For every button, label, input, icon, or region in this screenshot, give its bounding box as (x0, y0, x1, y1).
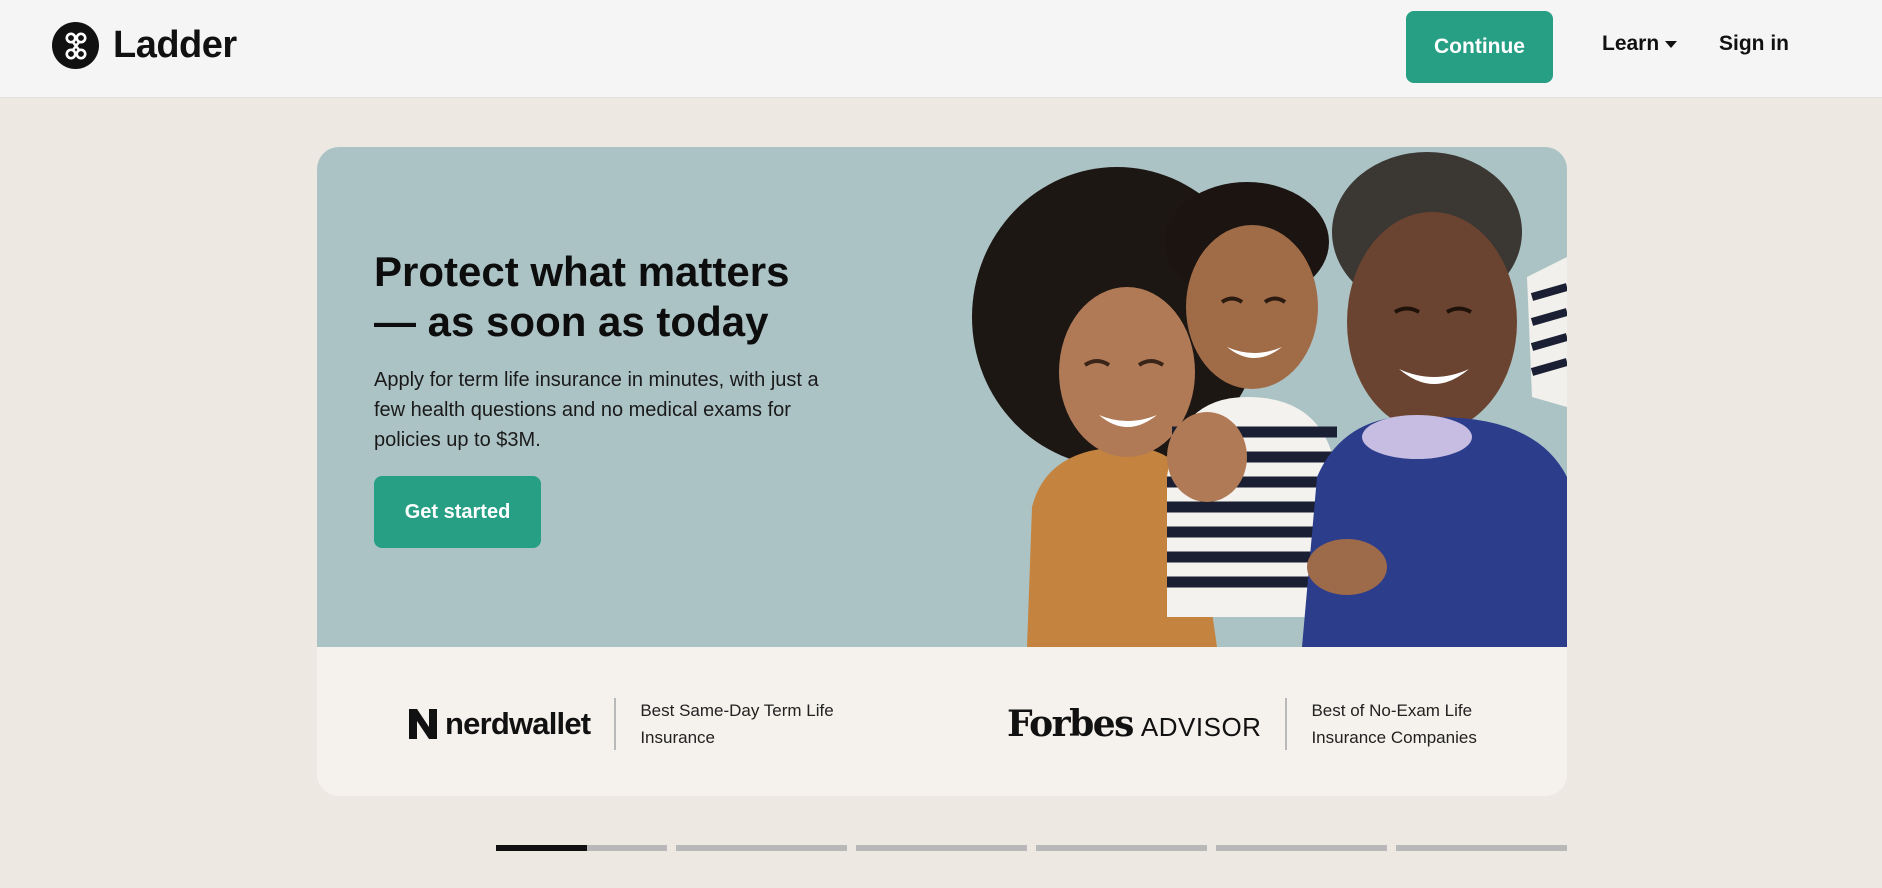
carousel-progress (496, 845, 1567, 851)
carousel-indicator[interactable] (1216, 845, 1387, 851)
carousel-indicator[interactable] (676, 845, 847, 851)
carousel-indicator[interactable] (1036, 845, 1207, 851)
brand-logo[interactable]: Ladder (52, 22, 237, 69)
press-divider (1285, 698, 1288, 750)
nerdwallet-logo-text: nerdwallet (445, 706, 591, 741)
press-caption: Best of No-Exam Life Insurance Companies (1311, 701, 1477, 747)
learn-menu-label: Learn (1602, 32, 1660, 55)
carousel-indicator-progress (496, 845, 587, 851)
ladder-logo-icon (52, 22, 99, 69)
carousel-indicator[interactable] (856, 845, 1027, 851)
forbes-logo-word: Forbes (1007, 703, 1134, 745)
forbes-advisor-logo: Forbes ADVISOR (1007, 703, 1261, 745)
top-navigation-bar: Ladder Continue Learn Sign in (0, 0, 1882, 98)
nerdwallet-n-icon (409, 709, 437, 739)
carousel-indicator[interactable] (496, 845, 667, 851)
press-divider (614, 698, 617, 750)
nerdwallet-logo: nerdwallet (407, 706, 591, 742)
press-item-nerdwallet: nerdwallet Best Same-Day Term Life Insur… (407, 697, 860, 751)
hero-title-line-1: Protect what matters (374, 248, 790, 295)
family-photo (972, 152, 1567, 647)
hero-title: Protect what matters — as soon as today (374, 247, 874, 347)
get-started-button[interactable]: Get started (374, 476, 541, 548)
press-item-forbes: Forbes ADVISOR Best of No-Exam Life Insu… (1007, 697, 1531, 751)
press-caption: Best Same-Day Term Life Insurance (640, 701, 834, 747)
brand-name: Ladder (113, 24, 237, 66)
forbes-logo-suffix: ADVISOR (1140, 712, 1262, 742)
hero-title-line-2: — as soon as today (374, 298, 769, 345)
sign-in-link[interactable]: Sign in (1719, 32, 1789, 56)
carousel-indicator[interactable] (1396, 845, 1567, 851)
hero-card: Protect what matters — as soon as today … (317, 147, 1567, 796)
chevron-down-icon (1665, 40, 1678, 48)
continue-button[interactable]: Continue (1406, 11, 1553, 83)
press-strip: nerdwallet Best Same-Day Term Life Insur… (317, 647, 1567, 796)
learn-menu[interactable]: Learn (1602, 32, 1678, 56)
hero-subtitle: Apply for term life insurance in minutes… (374, 369, 819, 451)
hero-banner: Protect what matters — as soon as today … (317, 147, 1567, 647)
